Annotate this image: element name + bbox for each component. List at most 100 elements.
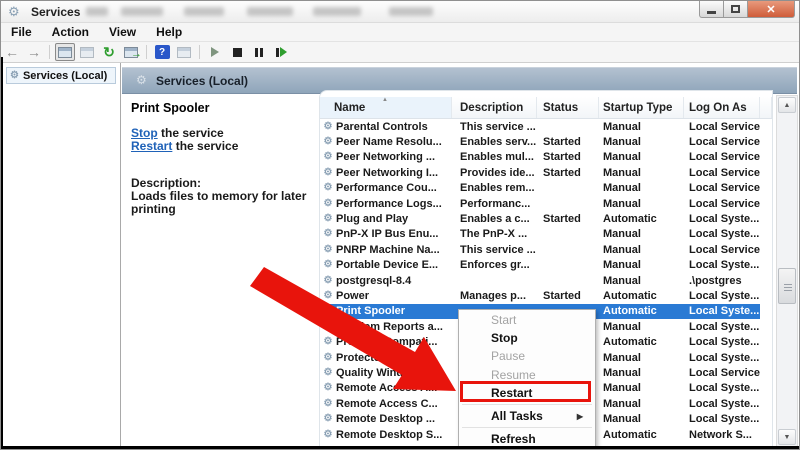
cell-startup: Manual (603, 243, 641, 256)
table-row[interactable]: ⚙ Plug and Play Enables a c... Started Autom… (320, 211, 760, 226)
service-gear-icon: ⚙ (323, 382, 333, 394)
description-text: printing (131, 202, 176, 216)
cell-startup: Manual (603, 366, 641, 379)
table-row[interactable]: ⚙ Performance Cou... Enables rem... Manual L… (320, 181, 760, 196)
table-row[interactable]: ⚙ PNRP Machine Na... This service ... Manua… (320, 242, 760, 257)
table-row[interactable]: ⚙ Peer Name Resolu... Enables serv... Start… (320, 134, 760, 149)
column-header-status[interactable]: Status (537, 97, 599, 118)
column-header-description[interactable]: Description (452, 97, 537, 118)
table-row[interactable]: ⚙ postgresql-8.4 Manual .\postgres (320, 273, 760, 288)
cell-name: Performance Logs... (336, 197, 442, 210)
cell-desc: This service ... (460, 120, 536, 133)
column-header-log-on-as[interactable]: Log On As (684, 97, 760, 118)
stop-service-button[interactable] (227, 43, 247, 61)
cell-logon: Local Service (689, 120, 760, 133)
context-menu-item-stop[interactable]: Stop (459, 329, 595, 347)
cell-logon: Local Service (689, 366, 760, 379)
cell-name: Performance Cou... (336, 182, 437, 195)
back-button[interactable]: ← (2, 43, 22, 61)
show-console-tree-button[interactable] (55, 43, 75, 61)
cell-status: Started (543, 166, 581, 179)
cell-desc: Performanc... (460, 197, 531, 210)
column-header-startup-type[interactable]: Startup Type (599, 97, 684, 118)
cell-name: Remote Access A... (336, 382, 438, 395)
service-gear-icon: ⚙ (323, 228, 333, 240)
table-row[interactable]: ⚙ Power Manages p... Started Automatic Local … (320, 288, 760, 303)
table-row[interactable]: ⚙ Portable Device E... Enforces gr... Manua… (320, 258, 760, 273)
help-icon: ? (154, 45, 170, 59)
blurred-text (389, 7, 433, 16)
column-header-name[interactable]: Name ▲ (320, 97, 452, 118)
cell-status: Started (543, 289, 581, 302)
cell-name: Remote Desktop ... (336, 413, 436, 426)
menu-separator (462, 403, 592, 405)
cell-desc: Enables a c... (460, 213, 530, 226)
scroll-up-button[interactable]: ▲ (778, 97, 796, 113)
service-gear-icon: ⚙ (323, 289, 333, 301)
context-menu-item-pause: Pause (491, 349, 526, 364)
services-window: ⚙ Services ✕ File Action View Help ← → ↻… (0, 0, 800, 450)
start-service-button[interactable] (205, 43, 225, 61)
table-row[interactable]: ⚙ Peer Networking ... Enables mul... Starte… (320, 150, 760, 165)
maximize-button[interactable] (723, 1, 748, 18)
service-gear-icon: ⚙ (323, 197, 333, 209)
refresh-button[interactable]: ↻ (99, 43, 119, 61)
vertical-scrollbar[interactable]: ▲ ▼ (776, 95, 798, 447)
help-button[interactable]: ? (152, 43, 172, 61)
blurred-text (86, 7, 108, 16)
cell-desc: Enables serv... (460, 136, 537, 149)
console-window-button[interactable] (77, 43, 97, 61)
scroll-down-button[interactable]: ▼ (778, 429, 796, 445)
service-gear-icon: ⚙ (323, 274, 333, 286)
tree-item-label: Services (Local) (22, 69, 108, 82)
cell-logon: Local Syste... (689, 397, 760, 410)
cell-startup: Manual (603, 197, 641, 210)
tree-item-services-local[interactable]: ⚙ Services (Local) (6, 67, 116, 84)
services-app-icon: ⚙ (8, 4, 20, 19)
blurred-text (121, 7, 163, 16)
table-row[interactable]: ⚙ Peer Networking I... Provides ide... Star… (320, 165, 760, 180)
cell-desc: Provides ide... (460, 166, 535, 179)
cell-startup: Manual (603, 120, 641, 133)
context-menu-item-all-tasks[interactable]: All Tasks ▶ (459, 407, 595, 425)
menu-action[interactable]: Action (42, 25, 99, 39)
cell-status: Started (543, 136, 581, 149)
cell-name: Print Spooler (336, 305, 406, 318)
cell-startup: Automatic (603, 428, 657, 441)
menu-file[interactable]: File (1, 25, 42, 39)
context-menu-item-start: Start (491, 313, 517, 328)
start-service-icon (211, 47, 219, 57)
menu-view[interactable]: View (99, 25, 146, 39)
cell-startup: Manual (603, 228, 641, 241)
table-row[interactable]: ⚙ Performance Logs... Performanc... Manual L… (320, 196, 760, 211)
scrollbar-thumb[interactable] (778, 268, 796, 304)
cell-startup: Manual (603, 274, 641, 287)
close-button[interactable]: ✕ (747, 1, 795, 18)
restart-highlight-box (460, 381, 591, 402)
window-title: Services (31, 5, 81, 19)
service-gear-icon: ⚙ (323, 366, 333, 378)
cell-startup: Automatic (603, 305, 657, 318)
table-row[interactable]: ⚙ PnP-X IP Bus Enu... The PnP-X ... Manual L… (320, 227, 760, 242)
menu-bar: File Action View Help (1, 23, 799, 42)
menu-help[interactable]: Help (146, 25, 192, 39)
cell-logon: Local Syste... (689, 259, 760, 272)
minimize-button[interactable] (699, 1, 724, 18)
refresh-icon: ↻ (103, 44, 115, 60)
cell-startup: Manual (603, 351, 641, 364)
stop-service-link[interactable]: Stop (131, 126, 158, 140)
table-row[interactable]: ⚙ Parental Controls This service ... Manual… (320, 119, 760, 134)
pause-service-button[interactable] (249, 43, 269, 61)
cell-startup: Automatic (603, 289, 657, 302)
cell-name: Parental Controls (336, 120, 428, 133)
forward-button[interactable]: → (24, 43, 44, 61)
cell-startup: Automatic (603, 213, 657, 226)
cell-startup: Manual (603, 382, 641, 395)
export-list-button[interactable]: → (121, 43, 142, 61)
cell-name: PNRP Machine Na... (336, 243, 440, 256)
restart-service-icon (275, 47, 279, 57)
action-pane-button[interactable] (174, 43, 194, 61)
cell-name: Program Compati... (336, 336, 438, 349)
restart-service-link[interactable]: Restart (131, 139, 172, 153)
restart-service-button[interactable] (271, 43, 291, 61)
